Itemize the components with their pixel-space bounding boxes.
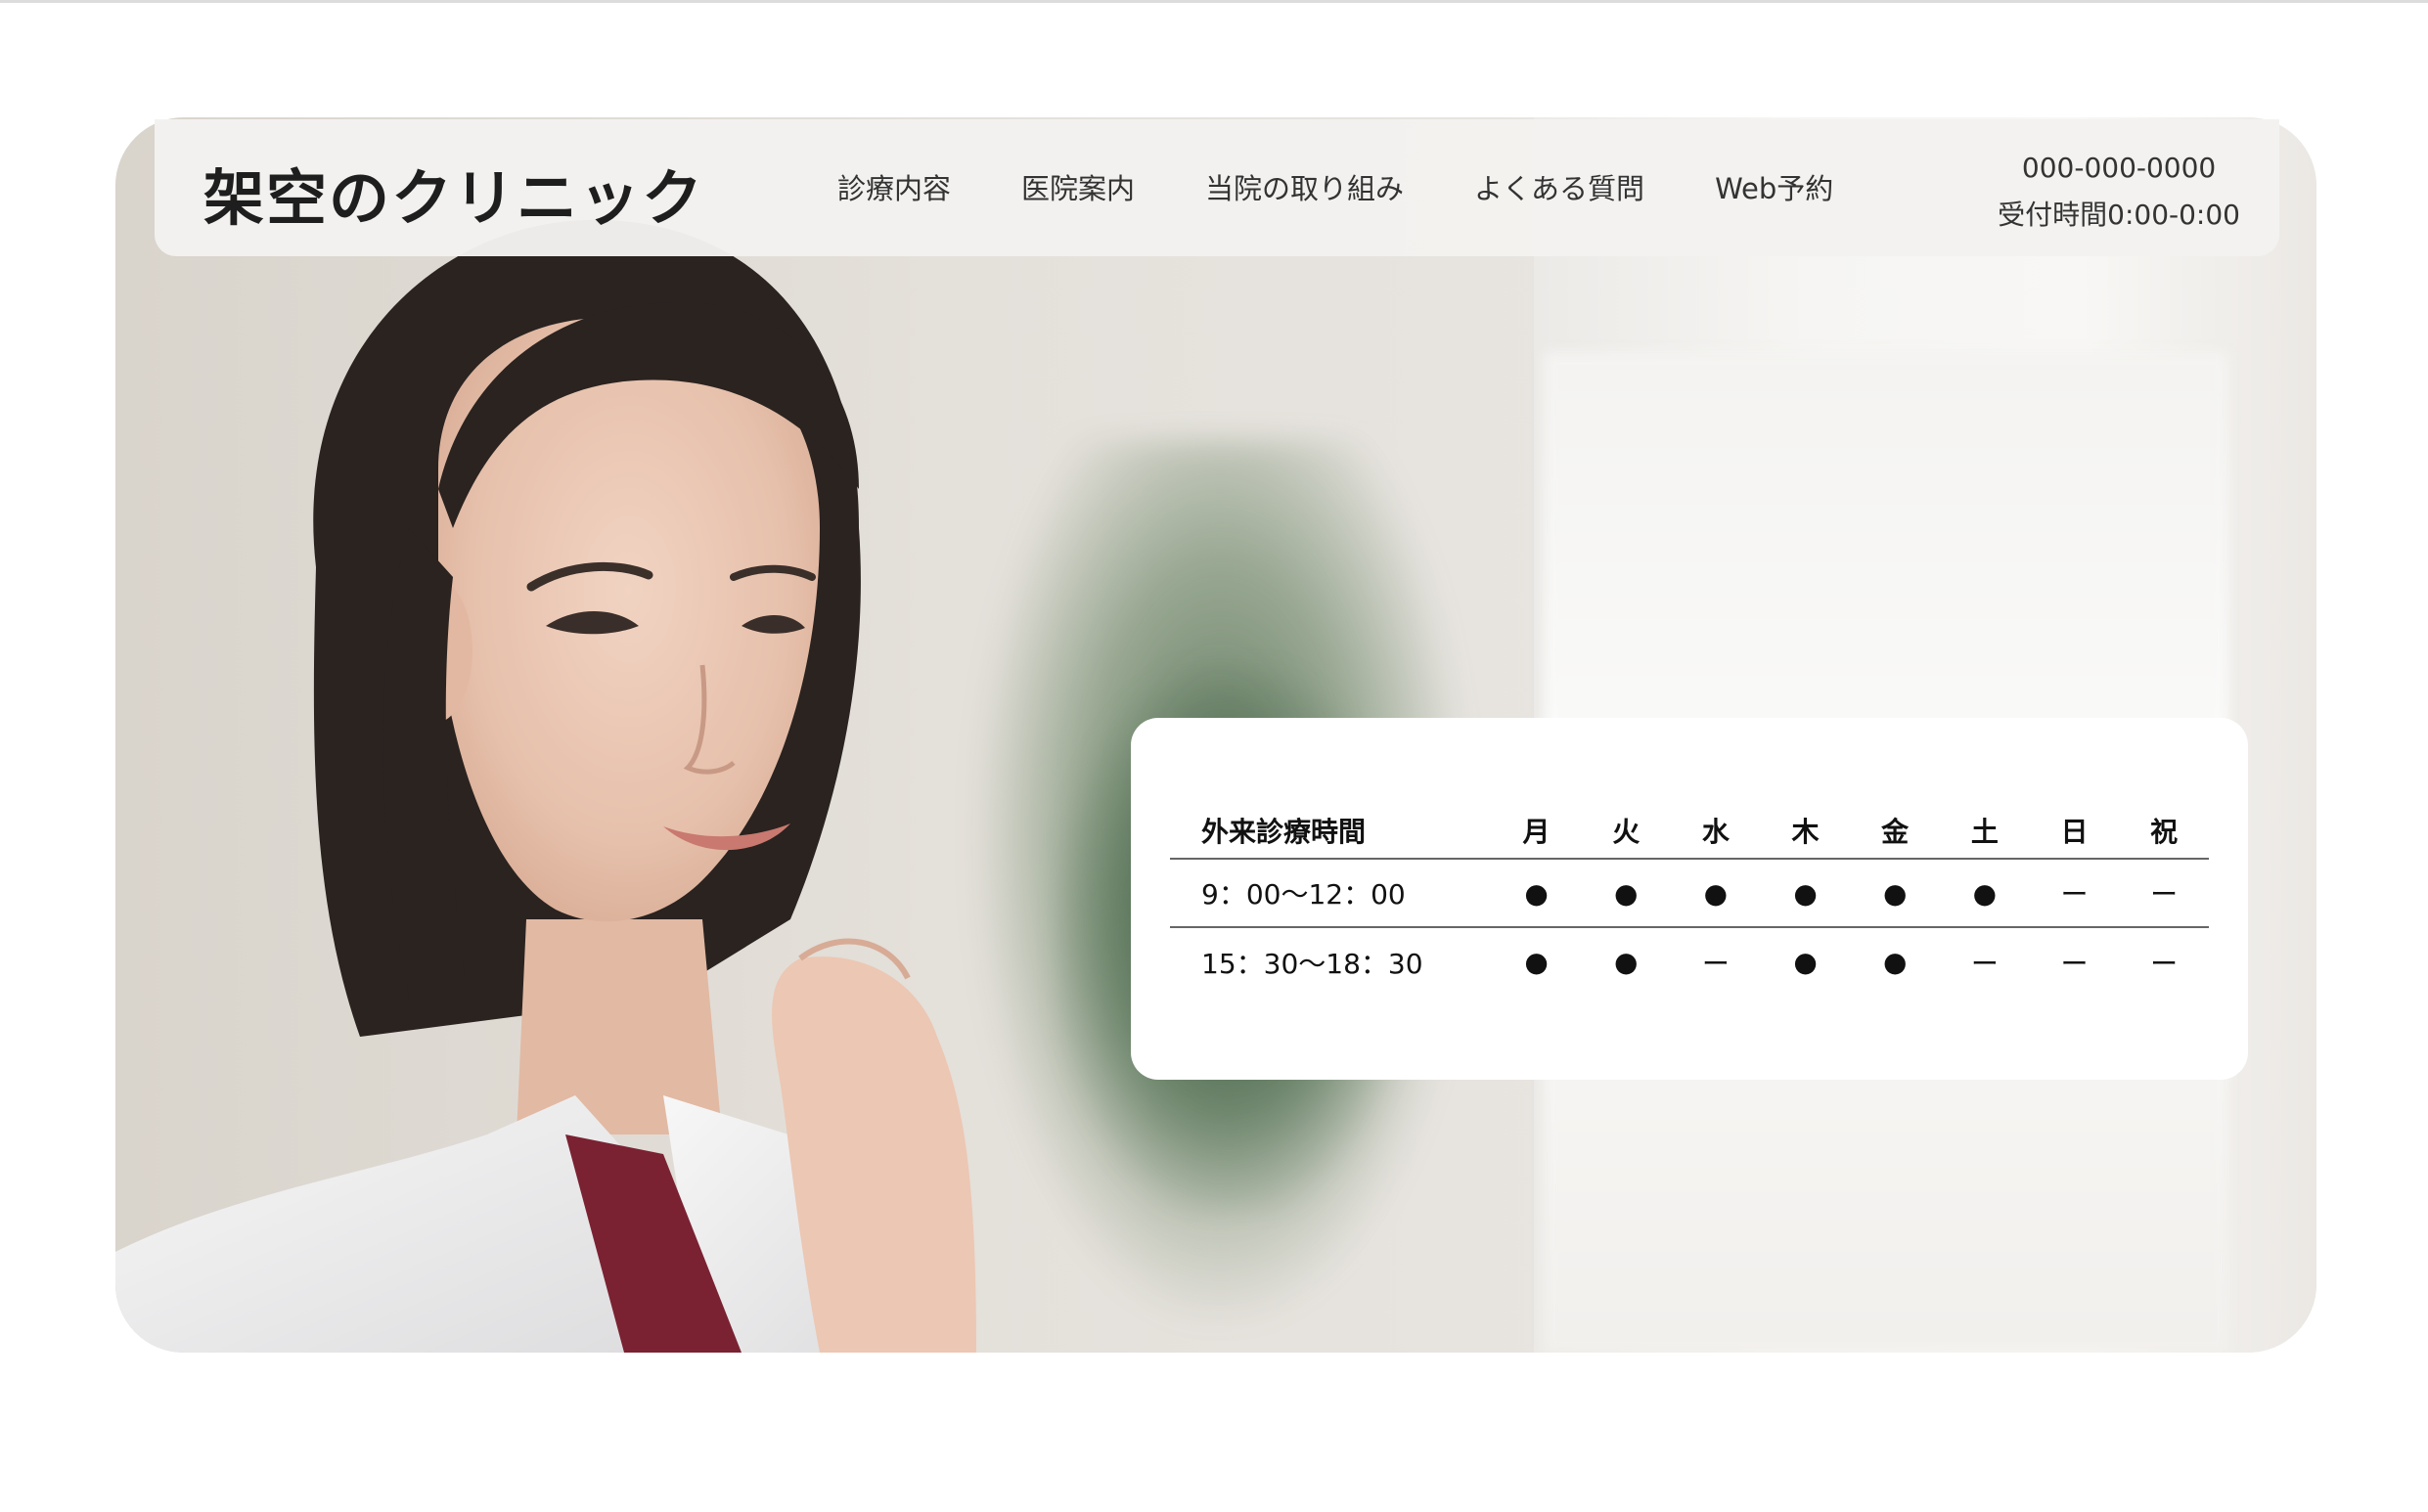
phone-number[interactable]: 000-000-0000 — [1998, 145, 2240, 192]
schedule-header-row: 外来診療時間 月 火 水 木 金 土 日 祝 — [1170, 802, 2209, 860]
availability-mark: ● — [1671, 859, 1761, 928]
day-header: 金 — [1850, 802, 1941, 860]
table-row: 9：00〜12：00 ● ● ● ● ● ● ー ー — [1170, 859, 2209, 928]
schedule-title: 外来診療時間 — [1170, 802, 1492, 860]
availability-mark: ● — [1940, 859, 2030, 928]
availability-mark: ● — [1524, 946, 1549, 978]
availability-mark: ー — [2060, 947, 2089, 980]
availability-mark: ● — [1882, 946, 1908, 978]
nav-item-faq[interactable]: よくある質問 — [1474, 166, 1644, 207]
availability-mark: ● — [1850, 859, 1941, 928]
day-header: 水 — [1671, 802, 1761, 860]
day-header: 日 — [2029, 802, 2120, 860]
day-header: 火 — [1581, 802, 1672, 860]
table-row: 15：30〜18：30 ● ● ー ● ● ー ー ー — [1170, 927, 2209, 996]
availability-mark: ー — [1970, 947, 1999, 980]
reception-hours: 受付時間0:00-0:00 — [1998, 199, 2240, 231]
time-slot: 9：00〜12：00 — [1170, 859, 1492, 928]
availability-mark: ー — [1701, 947, 1730, 980]
availability-mark: ● — [1581, 859, 1672, 928]
availability-mark: ー — [2119, 859, 2209, 928]
availability-mark: ● — [1760, 859, 1851, 928]
availability-mark: ー — [2150, 947, 2179, 980]
nav-item-clinic-info[interactable]: 医院案内 — [1021, 166, 1135, 207]
nav-item-services[interactable]: 診療内容 — [837, 166, 951, 207]
day-header: 土 — [1940, 802, 2030, 860]
main-nav: 診療内容 医院案内 当院の取り組み よくある質問 Web予約 — [837, 166, 1833, 207]
schedule-table: 外来診療時間 月 火 水 木 金 土 日 祝 9：00〜12：00 ● ● ● … — [1170, 802, 2209, 996]
nav-item-web-booking[interactable]: Web予約 — [1715, 166, 1833, 207]
day-header: 月 — [1491, 802, 1582, 860]
top-rule — [0, 0, 2428, 3]
nav-item-initiatives[interactable]: 当院の取り組み — [1205, 166, 1404, 207]
clinic-logo[interactable]: 架空のクリニック — [203, 149, 704, 237]
availability-mark: ● — [1491, 859, 1582, 928]
schedule-card: 外来診療時間 月 火 水 木 金 土 日 祝 9：00〜12：00 ● ● ● … — [1131, 718, 2248, 1080]
availability-mark: ● — [1614, 946, 1639, 978]
contact-info: 000-000-0000 受付時間0:00-0:00 — [1998, 145, 2240, 239]
day-header: 木 — [1760, 802, 1851, 860]
availability-mark: ● — [1793, 946, 1818, 978]
site-header: 架空のクリニック 診療内容 医院案内 当院の取り組み よくある質問 Web予約 … — [155, 119, 2279, 256]
time-slot: 15：30〜18：30 — [1201, 947, 1423, 980]
day-header: 祝 — [2119, 802, 2209, 860]
availability-mark: ー — [2029, 859, 2120, 928]
doctor-photo — [115, 219, 976, 1353]
